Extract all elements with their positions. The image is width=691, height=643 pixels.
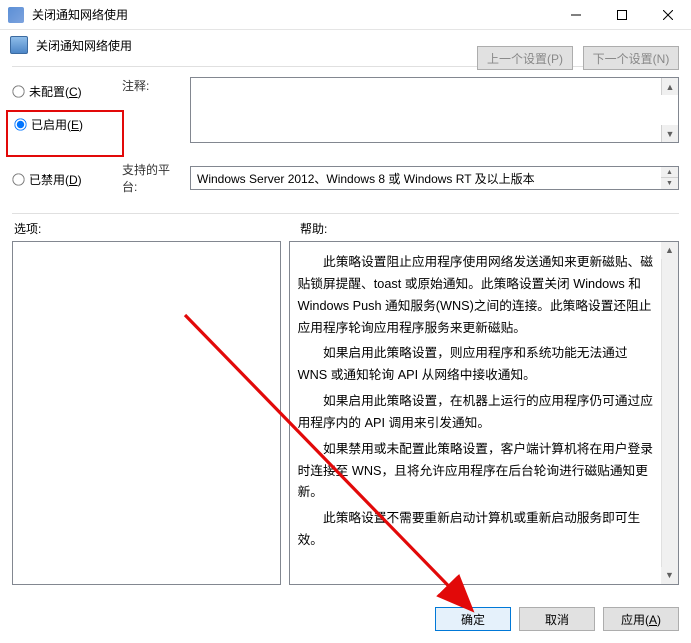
help-label: 帮助: <box>300 220 327 237</box>
radio-not-configured-label: 未配置(C) <box>29 83 82 100</box>
minimize-button[interactable] <box>553 0 599 29</box>
help-text: 此策略设置阻止应用程序使用网络发送通知来更新磁贴、磁贴锁屏提醒、toast 或原… <box>298 252 654 339</box>
system-icon <box>8 7 24 23</box>
platform-box: Windows Server 2012、Windows 8 或 Windows … <box>190 166 679 190</box>
next-setting-button[interactable]: 下一个设置(N) <box>583 46 679 70</box>
apply-button[interactable]: 应用(A) <box>603 607 679 631</box>
help-text: 如果启用此策略设置，则应用程序和系统功能无法通过 WNS 或通知轮询 API 从… <box>298 343 654 387</box>
close-button[interactable] <box>645 0 691 29</box>
scroll-down-icon[interactable]: ▼ <box>661 125 678 142</box>
radio-disabled[interactable]: 已禁用(D) <box>12 171 108 188</box>
help-text: 如果启用此策略设置，在机器上运行的应用程序仍可通过应用程序内的 API 调用来引… <box>298 391 654 435</box>
help-text: 此策略设置不需要重新启动计算机或重新启动服务即可生效。 <box>298 508 654 552</box>
maximize-button[interactable] <box>599 0 645 29</box>
options-label: 选项: <box>14 220 300 237</box>
radio-disabled-input[interactable] <box>12 173 24 185</box>
scroll-down-icon[interactable]: ▼ <box>661 567 678 584</box>
policy-icon <box>10 36 28 54</box>
scroll-up-icon[interactable]: ▲ <box>661 167 678 178</box>
scroll-down-icon[interactable]: ▼ <box>661 178 678 189</box>
ok-button[interactable]: 确定 <box>435 607 511 631</box>
radio-enabled[interactable]: 已启用(E) <box>14 116 116 133</box>
annotation-label: 注释: <box>122 77 184 143</box>
help-text: 如果禁用或未配置此策略设置，客户端计算机将在用户登录时连接至 WNS，且将允许应… <box>298 439 654 505</box>
platform-label: 支持的平台: <box>122 161 184 195</box>
highlight-box: 已启用(E) <box>6 110 124 157</box>
radio-enabled-label: 已启用(E) <box>31 116 83 133</box>
radio-disabled-label: 已禁用(D) <box>29 171 82 188</box>
scrollbar[interactable]: ▲ ▼ <box>661 242 678 584</box>
cancel-button[interactable]: 取消 <box>519 607 595 631</box>
platform-text: Windows Server 2012、Windows 8 或 Windows … <box>197 170 535 187</box>
prev-setting-button[interactable]: 上一个设置(P) <box>477 46 573 70</box>
radio-not-configured-input[interactable] <box>12 85 24 97</box>
help-pane: 此策略设置阻止应用程序使用网络发送通知来更新磁贴、磁贴锁屏提醒、toast 或原… <box>289 241 679 585</box>
scroll-up-icon[interactable]: ▲ <box>661 78 678 95</box>
options-pane <box>12 241 281 585</box>
window-title: 关闭通知网络使用 <box>32 6 553 23</box>
radio-enabled-input[interactable] <box>14 118 26 130</box>
titlebar: 关闭通知网络使用 <box>0 0 691 30</box>
annotation-textarea[interactable]: ▲ ▼ <box>190 77 679 143</box>
scroll-up-icon[interactable]: ▲ <box>661 242 678 259</box>
policy-title: 关闭通知网络使用 <box>36 37 132 54</box>
radio-not-configured[interactable]: 未配置(C) <box>12 83 108 100</box>
